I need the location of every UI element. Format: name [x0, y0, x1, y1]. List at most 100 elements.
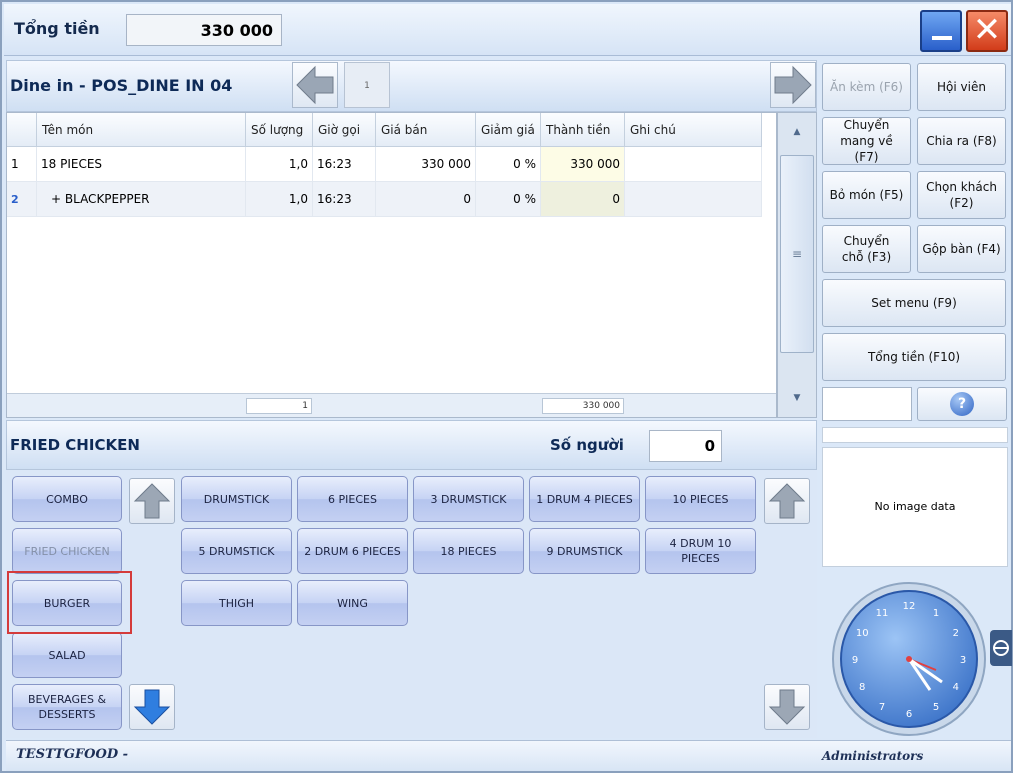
- clock-number: 12: [903, 601, 916, 612]
- help-button[interactable]: ?: [917, 387, 1007, 421]
- an-kem-button[interactable]: Ăn kèm (F6): [822, 63, 911, 111]
- group-salad[interactable]: SALAD: [12, 632, 122, 678]
- item-time: 16:23: [313, 182, 376, 217]
- group-fried-chicken[interactable]: FRIED CHICKEN: [12, 528, 122, 574]
- group-combo[interactable]: COMBO: [12, 476, 122, 522]
- item-1-drum-4-pieces[interactable]: 1 DRUM 4 PIECES: [529, 476, 640, 522]
- item-name: 18 PIECES: [37, 147, 246, 182]
- column-header[interactable]: Ghi chú: [625, 113, 762, 147]
- clock-number: 6: [906, 709, 912, 720]
- scroll-down-icon[interactable]: ▼: [778, 383, 816, 413]
- minimize-icon: [932, 36, 952, 40]
- item-amount: 330 000: [541, 147, 625, 182]
- item-wing[interactable]: WING: [297, 580, 408, 626]
- items-scroll-up-button[interactable]: [764, 478, 810, 524]
- search-input[interactable]: [822, 387, 912, 421]
- people-count-input[interactable]: 0: [649, 430, 722, 462]
- clock-number: 2: [953, 628, 959, 639]
- close-button[interactable]: ✕: [966, 10, 1008, 52]
- item-name: + BLACKPEPPER: [37, 182, 246, 217]
- column-header[interactable]: Số lượng: [246, 113, 313, 147]
- side-tab-button[interactable]: [990, 630, 1012, 666]
- clock-number: 3: [960, 655, 966, 666]
- minimize-button[interactable]: [920, 10, 962, 52]
- column-header[interactable]: Giảm giá: [476, 113, 541, 147]
- company-name: TESTTGFOOD -: [16, 747, 129, 762]
- people-label: Số người: [550, 436, 624, 454]
- clock-number: 10: [856, 628, 869, 639]
- column-header[interactable]: Giá bán: [376, 113, 476, 147]
- scroll-up-icon[interactable]: ▲: [778, 117, 816, 147]
- user-name: Administrators: [822, 749, 924, 763]
- arrow-up-icon: [768, 483, 806, 519]
- page-number: 1: [344, 62, 390, 108]
- column-header[interactable]: Thành tiền: [541, 113, 625, 147]
- hoi-vien-button[interactable]: Hội viên: [917, 63, 1006, 111]
- tong-tien-button[interactable]: Tổng tiền (F10): [822, 333, 1006, 381]
- info-strip: [822, 427, 1008, 443]
- collapse-icon: [993, 640, 1009, 656]
- close-icon: ✕: [972, 10, 1002, 50]
- chuyen-cho-button[interactable]: Chuyển chỗ (F3): [822, 225, 911, 273]
- item-note: [625, 147, 762, 182]
- next-page-button[interactable]: [770, 62, 816, 108]
- arrow-left-icon: [296, 65, 334, 105]
- order-grid: Tên món Số lượng Giờ gọi Giá bán Giảm gi…: [6, 112, 777, 418]
- group-scroll-up-button[interactable]: [129, 478, 175, 524]
- item-price: 0: [376, 182, 476, 217]
- scroll-thumb[interactable]: ≡: [780, 155, 814, 353]
- analog-clock: 12 1 2 3 4 5 6 7 8 9 10 11: [830, 580, 988, 738]
- clock-number: 8: [859, 682, 865, 693]
- items-scroll-down-button[interactable]: [764, 684, 810, 730]
- set-menu-button[interactable]: Set menu (F9): [822, 279, 1006, 327]
- item-6-pieces[interactable]: 6 PIECES: [297, 476, 408, 522]
- clock-number: 7: [879, 702, 885, 713]
- item-qty: 1,0: [246, 147, 313, 182]
- chia-ra-button[interactable]: Chia ra (F8): [917, 117, 1006, 165]
- arrow-up-icon: [133, 483, 171, 519]
- grid-scrollbar[interactable]: ▲ ≡ ▼: [777, 112, 817, 418]
- column-header[interactable]: [7, 113, 37, 147]
- item-price: 330 000: [376, 147, 476, 182]
- group-beverages-desserts[interactable]: BEVERAGES & DESSERTS: [12, 684, 122, 730]
- item-4-drum-10-pieces[interactable]: 4 DRUM 10 PIECES: [645, 528, 756, 574]
- item-9-drumstick[interactable]: 9 DRUMSTICK: [529, 528, 640, 574]
- item-note: [625, 182, 762, 217]
- column-header[interactable]: Giờ gọi: [313, 113, 376, 147]
- clock-number: 1: [933, 608, 939, 619]
- item-5-drumstick[interactable]: 5 DRUMSTICK: [181, 528, 292, 574]
- item-3-drumstick[interactable]: 3 DRUMSTICK: [413, 476, 524, 522]
- chuyen-mang-ve-button[interactable]: Chuyển mang về (F7): [822, 117, 911, 165]
- column-header[interactable]: Tên món: [37, 113, 246, 147]
- item-drumstick[interactable]: DRUMSTICK: [181, 476, 292, 522]
- arrow-right-icon: [774, 65, 812, 105]
- item-time: 16:23: [313, 147, 376, 182]
- clock-number: 5: [933, 702, 939, 713]
- table-row[interactable]: 1 18 PIECES 1,0 16:23 330 000 0 % 330 00…: [7, 147, 762, 182]
- total-label: Tổng tiền: [14, 19, 100, 38]
- clock-number: 9: [852, 655, 858, 666]
- bo-mon-button[interactable]: Bỏ món (F5): [822, 171, 911, 219]
- item-18-pieces[interactable]: 18 PIECES: [413, 528, 524, 574]
- clock-number: 11: [876, 608, 889, 619]
- item-discount: 0 %: [476, 182, 541, 217]
- category-title: FRIED CHICKEN: [10, 436, 140, 454]
- prev-page-button[interactable]: [292, 62, 338, 108]
- group-scroll-down-button[interactable]: [129, 684, 175, 730]
- pos-window: Tổng tiền 330 000 ✕ Dine in - POS_DINE I…: [0, 0, 1013, 773]
- grid-footer: 1 330 000: [7, 393, 776, 417]
- item-qty: 1,0: [246, 182, 313, 217]
- table-row[interactable]: 2 + BLACKPEPPER 1,0 16:23 0 0 % 0: [7, 182, 762, 217]
- item-thigh[interactable]: THIGH: [181, 580, 292, 626]
- chon-khach-button[interactable]: Chọn khách (F2): [917, 171, 1006, 219]
- row-number: 1: [7, 147, 37, 182]
- footer-amount-total: 330 000: [542, 398, 624, 414]
- clock-number: 4: [953, 682, 959, 693]
- gop-ban-button[interactable]: Gộp bàn (F4): [917, 225, 1006, 273]
- item-2-drum-6-pieces[interactable]: 2 DRUM 6 PIECES: [297, 528, 408, 574]
- item-amount: 0: [541, 182, 625, 217]
- help-icon: ?: [950, 392, 974, 416]
- item-image: No image data: [822, 447, 1008, 567]
- row-number: 2: [7, 182, 37, 217]
- item-10-pieces[interactable]: 10 PIECES: [645, 476, 756, 522]
